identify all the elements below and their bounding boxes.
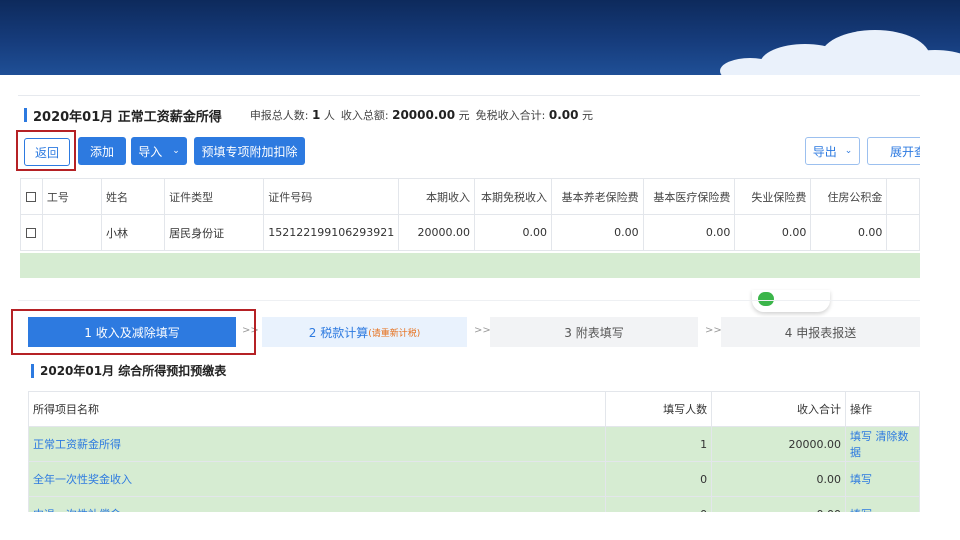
col-header: 工号 — [41, 178, 103, 215]
add-button[interactable]: 添加 — [78, 137, 126, 165]
cell-id — [41, 214, 103, 251]
cell-total: 20000.00 — [711, 426, 847, 462]
fill-link[interactable]: 填写 — [850, 473, 872, 486]
table-summary-bar — [20, 253, 920, 278]
income-item-link[interactable]: 全年一次性奖金收入 — [27, 461, 607, 497]
col-header: 证件类型 — [164, 178, 265, 215]
summary-table: 所得项目名称 填写人数 收入合计 操作 正常工资薪金所得 1 20000.00 … — [27, 391, 920, 532]
col-header: 所得项目名称 — [27, 391, 607, 427]
title-accent — [24, 108, 27, 122]
step-4-submit[interactable]: 4 申报表报送 — [721, 317, 920, 347]
col-header: 住房公积金 — [810, 178, 888, 215]
chevron-down-icon: ⌄ — [172, 146, 180, 156]
select-all-checkbox-cell[interactable] — [20, 178, 43, 215]
prefill-deduction-button[interactable]: 预填专项附加扣除 — [194, 137, 305, 165]
step-2-tax-calc[interactable]: 2 税款计算 (请重新计税) — [262, 317, 467, 347]
summary-title: 2020年01月 综合所得预扣预缴表 — [40, 364, 227, 378]
cell-overflow — [886, 214, 920, 251]
stat-people: 申报总人数: 1 人 — [249, 108, 335, 122]
col-header: 基本养老保险费 — [550, 178, 644, 215]
cell-income: 20000.00 — [398, 214, 475, 251]
col-header: 填写人数 — [605, 391, 713, 427]
table-row: 正常工资薪金所得 1 20000.00 填写 清除数据 — [27, 426, 920, 462]
cell-name: 小林 — [101, 214, 166, 251]
cell-id-number: 152122199106293921 — [263, 214, 400, 251]
step-2-label: 2 税款计算 — [308, 325, 369, 340]
cell-medical: 0.00 — [642, 214, 736, 251]
col-header: 失业保险费 — [734, 178, 812, 215]
col-header: 本期收入 — [398, 178, 475, 215]
export-button[interactable]: 导出 ⌄ — [805, 137, 860, 165]
import-button[interactable]: 导入 ⌄ — [131, 137, 187, 165]
cell-total: 0.00 — [711, 461, 847, 497]
employee-table: 工号 姓名 证件类型 证件号码 本期收入 本期免税收入 基本养老保险费 基本医疗… — [20, 178, 920, 251]
cell-id-type: 居民身份证 — [164, 214, 265, 251]
title-accent — [31, 363, 34, 378]
highlight-back-box — [16, 130, 76, 171]
stat-exempt: 免税收入合计: 0.00 元 — [475, 108, 593, 122]
cell-actions: 填写 — [845, 461, 920, 497]
step-arrow: >> — [474, 325, 491, 336]
section-divider — [18, 300, 920, 301]
col-header: 基本医疗保险费 — [642, 178, 736, 215]
cell-housing-fund: 0.00 — [810, 214, 888, 251]
step-2-note: (请重新计税) — [368, 328, 421, 339]
summary-table-header: 所得项目名称 填写人数 收入合计 操作 — [27, 391, 920, 427]
right-mask — [920, 75, 960, 540]
highlight-step-box — [11, 309, 256, 355]
col-header: 姓名 — [101, 178, 166, 215]
import-label: 导入 — [138, 144, 163, 159]
cell-count: 0 — [605, 461, 713, 497]
cell-actions: 填写 清除数据 — [845, 426, 920, 462]
row-checkbox[interactable] — [26, 228, 37, 238]
bottom-mask — [0, 512, 960, 540]
fill-link[interactable]: 填写 — [850, 430, 872, 443]
floating-widget[interactable] — [752, 290, 830, 312]
step-3-attachment[interactable]: 3 附表填写 — [490, 317, 698, 347]
cell-exempt-income: 0.00 — [473, 214, 552, 251]
table-row: 全年一次性奖金收入 0 0.00 填写 — [27, 461, 920, 497]
step-arrow: >> — [705, 325, 722, 336]
col-header: 操作 — [845, 391, 920, 427]
select-all-checkbox[interactable] — [26, 192, 37, 202]
header-banner — [0, 0, 960, 75]
chevron-down-icon: ⌄ — [844, 146, 853, 156]
row-checkbox-cell[interactable] — [20, 214, 43, 251]
col-header: 证件号码 — [263, 178, 400, 215]
col-header: 收入合计 — [711, 391, 847, 427]
col-header-overflow — [886, 178, 920, 215]
export-label: 导出 — [812, 144, 837, 159]
status-dot-icon — [758, 292, 774, 306]
page-titlebar: 2020年01月 正常工资薪金所得 申报总人数: 1 人 收入总额: 20000… — [24, 106, 599, 125]
expand-button[interactable]: 展开查 — [867, 137, 927, 165]
income-item-link[interactable]: 正常工资薪金所得 — [27, 426, 607, 462]
cell-unemployment: 0.00 — [734, 214, 812, 251]
stat-income: 收入总额: 20000.00 元 — [340, 108, 470, 122]
cell-count: 1 — [605, 426, 713, 462]
page-title: 2020年01月 正常工资薪金所得 — [33, 109, 222, 125]
employee-table-header: 工号 姓名 证件类型 证件号码 本期收入 本期免税收入 基本养老保险费 基本医疗… — [20, 178, 920, 215]
table-row[interactable]: 小林 居民身份证 152122199106293921 20000.00 0.0… — [20, 214, 920, 251]
col-header: 本期免税收入 — [473, 178, 552, 215]
cell-pension: 0.00 — [550, 214, 644, 251]
summary-titlebar: 2020年01月 综合所得预扣预缴表 — [31, 362, 226, 379]
